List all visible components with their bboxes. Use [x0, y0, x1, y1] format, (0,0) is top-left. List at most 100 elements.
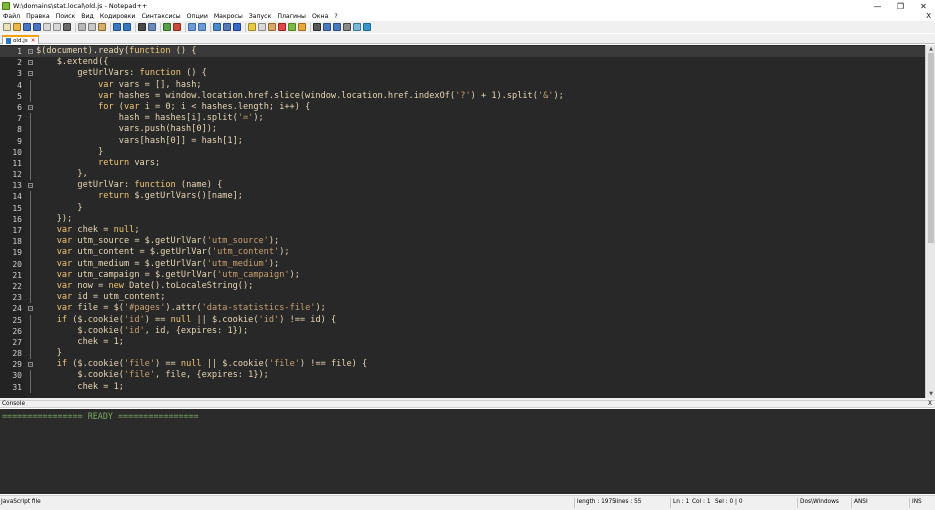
menu-macro[interactable]: Макросы	[211, 13, 246, 20]
zoom-in-icon[interactable]	[163, 23, 171, 31]
code-line[interactable]: 22 var now = new Date().toLocaleString()…	[0, 280, 925, 293]
fold-toggle-icon[interactable]: −	[28, 104, 33, 110]
code-text: vars[hash[0]] = hash[1];	[36, 135, 243, 146]
code-line[interactable]: 18 var utm_source = $.getUrlVar('utm_sou…	[0, 236, 925, 248]
code-line[interactable]: 4 var vars = [], hash;	[0, 79, 925, 91]
menu-encoding[interactable]: Кодировки	[97, 13, 139, 20]
code-line[interactable]: 19 var utm_content = $.getUrlVar('utm_co…	[0, 247, 925, 259]
code-line[interactable]: 24− var file = $('#pages').attr('data-st…	[0, 303, 925, 314]
scrollbar-thumb[interactable]	[928, 53, 934, 243]
cut-icon[interactable]	[78, 23, 86, 31]
fold-toggle-icon[interactable]: −	[28, 306, 33, 312]
menu-window[interactable]: Окна	[309, 13, 331, 20]
code-line[interactable]: 1 − $(document).ready(function () {	[0, 46, 925, 58]
code-line[interactable]: 10 }	[0, 146, 925, 158]
code-editor[interactable]: 1− $(document).ready(function () {2− $.ex…	[0, 45, 935, 398]
fold-toggle-icon[interactable]: −	[28, 183, 33, 189]
code-line[interactable]: 16 });	[0, 213, 925, 225]
fold-toggle-icon[interactable]: −	[28, 362, 33, 368]
menu-view[interactable]: Вид	[78, 13, 97, 20]
minimize-button[interactable]: —	[866, 0, 889, 12]
menu-settings[interactable]: Опции	[184, 13, 211, 20]
code-line[interactable]: 28 }	[0, 348, 925, 360]
replace-icon[interactable]	[148, 23, 156, 31]
open-file-icon[interactable]	[13, 23, 21, 31]
document-map-icon[interactable]	[258, 23, 266, 31]
menu-language[interactable]: Синтаксисы	[138, 13, 183, 20]
word-wrap-icon[interactable]	[213, 23, 221, 31]
menu-search[interactable]: Поиск	[53, 13, 79, 20]
close-button[interactable]: ✕	[912, 0, 935, 12]
scroll-up-icon[interactable]: ▲	[926, 45, 935, 53]
function-list-icon[interactable]	[268, 23, 276, 31]
fold-toggle-icon[interactable]: −	[28, 49, 33, 54]
code-line[interactable]: 9 vars[hash[0]] = hash[1];	[0, 135, 925, 147]
close-file-icon[interactable]	[43, 23, 51, 31]
code-line[interactable]: 12 },	[0, 169, 925, 181]
console-panel[interactable]: ================ READY ================	[0, 409, 935, 494]
print-icon[interactable]	[63, 23, 71, 31]
new-file-icon[interactable]	[3, 23, 11, 31]
undo-icon[interactable]	[113, 23, 121, 31]
save-icon[interactable]	[23, 23, 31, 31]
stop-recording-icon[interactable]	[313, 23, 321, 31]
code-line[interactable]: 17 var chek = null;	[0, 225, 925, 237]
indent-guide-icon[interactable]	[233, 23, 241, 31]
show-all-chars-icon[interactable]	[223, 23, 231, 31]
folder-as-workspace-icon[interactable]	[278, 23, 286, 31]
tab-close-icon[interactable]: ✕	[31, 38, 36, 44]
sync-horizontal-icon[interactable]	[198, 23, 206, 31]
menu-run[interactable]: Запуск	[246, 13, 275, 20]
code-line[interactable]: 5 var hashes = window.location.href.slic…	[0, 90, 925, 102]
monitoring-icon[interactable]	[288, 23, 296, 31]
menu-file[interactable]: Файл	[0, 13, 23, 20]
code-line[interactable]: 27 chek = 1;	[0, 336, 925, 349]
status-sel: Sel : 0 | 0	[715, 499, 743, 505]
code-line[interactable]: 11 return vars;	[0, 157, 925, 170]
playback-macro-icon[interactable]	[323, 23, 331, 31]
paste-icon[interactable]	[98, 23, 106, 31]
plugin-icon[interactable]	[363, 23, 371, 31]
menu-edit[interactable]: Правка	[23, 13, 53, 20]
copy-icon[interactable]	[88, 23, 96, 31]
console-close-button[interactable]: X	[928, 401, 932, 408]
launch-browser-icon[interactable]	[353, 23, 361, 31]
sync-vertical-icon[interactable]	[188, 23, 196, 31]
code-line[interactable]: 25 if ($.cookie('id') == null || $.cooki…	[0, 314, 925, 326]
save-macro-icon[interactable]	[343, 23, 351, 31]
menu-help[interactable]: ?	[331, 13, 340, 20]
code-line[interactable]: 8 vars.push(hash[0]);	[0, 124, 925, 136]
save-all-icon[interactable]	[33, 23, 41, 31]
code-line[interactable]: 30 $.cookie('file', file, {expires: 1});	[0, 370, 925, 382]
fold-toggle-icon[interactable]: −	[28, 71, 33, 77]
menu-plugins[interactable]: Плагины	[274, 13, 309, 20]
maximize-button[interactable]: ❐	[889, 0, 912, 12]
code-line[interactable]: 26 $.cookie('id', id, {expires: 1});	[0, 325, 925, 337]
code-line[interactable]: 3− getUrlVars: function () {	[0, 68, 925, 79]
code-line[interactable]: 6− for (var i = 0; i < hashes.length; i+…	[0, 102, 925, 113]
close-document-button[interactable]: X	[926, 12, 931, 20]
run-macro-multiple-icon[interactable]	[333, 23, 341, 31]
line-number: 16	[12, 214, 22, 224]
code-line[interactable]: 20 var utm_medium = $.getUrlVar('utm_med…	[0, 258, 925, 270]
code-line[interactable]: 15 }	[0, 202, 925, 214]
record-macro-icon[interactable]	[298, 23, 306, 31]
vertical-scrollbar[interactable]: ▲ ▼	[925, 45, 935, 398]
tab-old-js[interactable]: old.js ✕	[2, 35, 40, 44]
scroll-down-icon[interactable]: ▼	[926, 390, 935, 398]
code-line[interactable]: 14 return $.getUrlVars()[name];	[0, 191, 925, 203]
code-line[interactable]: 2− $.extend({	[0, 57, 925, 68]
code-line[interactable]: 31 chek = 1;	[0, 381, 925, 393]
user-defined-language-icon[interactable]	[248, 23, 256, 31]
code-line[interactable]: 29− if ($.cookie('file') == null || $.co…	[0, 359, 925, 370]
code-line[interactable]: 13− getUrlVar: function (name) {	[0, 180, 925, 191]
code-line[interactable]: 21 var utm_campaign = $.getUrlVar('utm_c…	[0, 269, 925, 281]
zoom-out-icon[interactable]	[173, 23, 181, 31]
fold-toggle-icon[interactable]: −	[28, 60, 33, 66]
code-line[interactable]: 7 hash = hashes[i].split('=');	[0, 113, 925, 125]
notepadpp-window: W:\domains\stat.local\old.js - Notepad++…	[0, 0, 935, 510]
code-line[interactable]: 23 var id = utm_content;	[0, 292, 925, 304]
find-icon[interactable]	[138, 23, 146, 31]
close-all-icon[interactable]	[53, 23, 61, 31]
redo-icon[interactable]	[123, 23, 131, 31]
